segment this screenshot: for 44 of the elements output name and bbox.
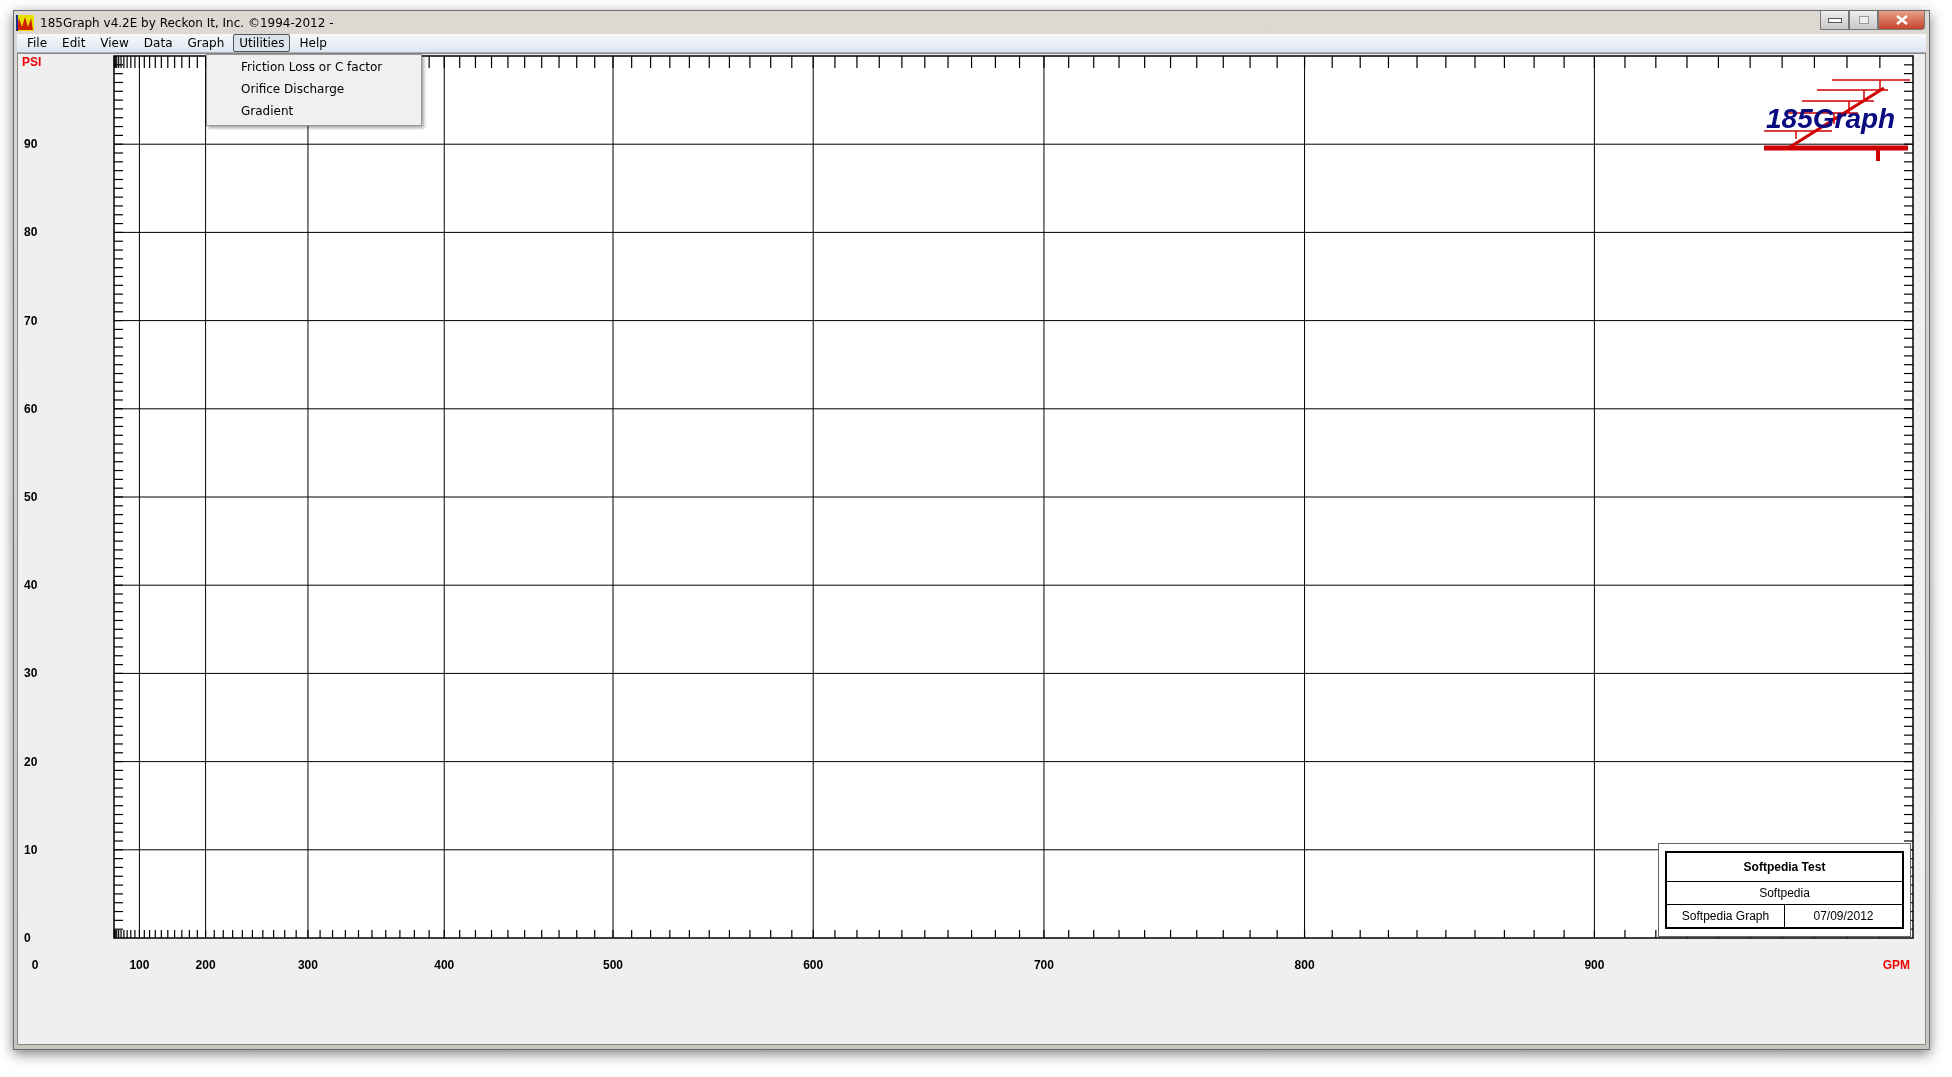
maximize-button[interactable] <box>1849 11 1878 30</box>
menu-option[interactable]: Orifice Discharge <box>207 79 421 101</box>
graph-title: Softpedia Test <box>1667 853 1902 882</box>
menu-item[interactable]: Data <box>137 34 179 52</box>
maximize-icon <box>1858 16 1869 24</box>
close-button[interactable] <box>1878 11 1925 30</box>
graph-subtitle: Softpedia <box>1667 882 1902 905</box>
y-axis-label: 70 <box>24 313 38 328</box>
y-axis-label: 50 <box>24 490 38 504</box>
menu-item[interactable]: File <box>21 34 54 52</box>
y-axis-label: 60 <box>24 401 38 416</box>
menu-item[interactable]: Help <box>293 34 333 52</box>
x-axis-label: 400 <box>434 958 455 972</box>
y-axis-label: 80 <box>24 225 38 240</box>
menu-item[interactable]: Graph <box>181 34 231 52</box>
y-axis-label: 0 <box>24 931 31 945</box>
graph-date: 07/09/2012 <box>1784 905 1902 927</box>
x-axis-label: 0 <box>31 958 39 972</box>
x-axis-label: 100 <box>129 958 150 972</box>
x-axis-label: 700 <box>1033 958 1054 972</box>
x-axis-label: 900 <box>1584 958 1605 972</box>
x-axis-unit: GPM <box>1882 958 1910 972</box>
graph-name: Softpedia Graph <box>1680 908 1771 925</box>
window-title: 185Graph v4.2E by Reckon It, Inc. ©1994-2012 - <box>40 15 334 30</box>
menu-item[interactable]: Utilities <box>233 34 291 52</box>
y-axis-label: 10 <box>24 842 38 857</box>
y-axis-label: 30 <box>24 666 38 681</box>
x-axis-label: 500 <box>603 958 624 972</box>
x-axis-label: 600 <box>803 958 824 972</box>
x-axis-label: 300 <box>297 958 318 972</box>
y-axis-label: 90 <box>24 137 38 152</box>
y-axis-label: 20 <box>24 754 38 769</box>
y-axis-label: 40 <box>24 578 38 593</box>
menu-option[interactable]: Gradient <box>207 101 421 123</box>
minimize-icon <box>1827 17 1842 23</box>
minimize-button[interactable] <box>1820 11 1849 30</box>
x-axis-label: 800 <box>1294 958 1315 972</box>
app-icon <box>16 14 34 31</box>
menu-item[interactable]: View <box>94 34 135 52</box>
close-icon <box>1895 15 1908 25</box>
menu-option[interactable]: Friction Loss or C factor <box>207 57 421 79</box>
x-axis-label: 200 <box>195 958 216 972</box>
y-axis-unit: PSI <box>22 55 42 69</box>
menu-item[interactable]: Edit <box>56 34 92 52</box>
